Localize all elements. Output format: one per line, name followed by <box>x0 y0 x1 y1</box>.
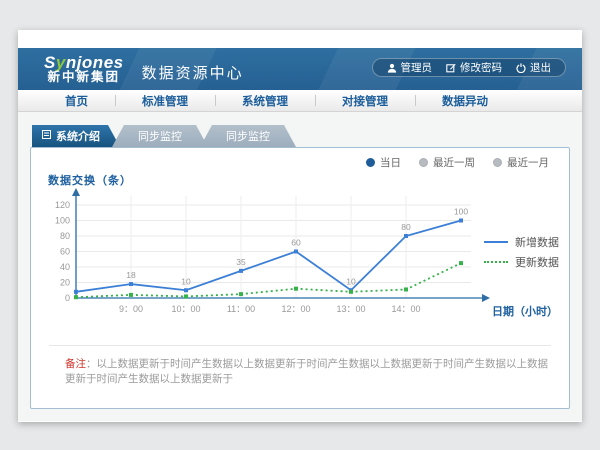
tab-label: 同步监控 <box>138 128 182 144</box>
logo-wordmark: Synjones <box>44 54 124 72</box>
radio-last-week[interactable]: 最近一周 <box>419 155 475 170</box>
svg-text:13：00: 13：00 <box>336 304 365 314</box>
svg-text:10: 10 <box>346 276 356 286</box>
nav-item-standard-mgmt[interactable]: 标准管理 <box>115 93 215 109</box>
svg-text:20: 20 <box>60 278 70 288</box>
logo-y-accent: y <box>56 53 66 72</box>
svg-text:80: 80 <box>60 231 70 241</box>
chart-legend: 新增数据 更新数据 <box>484 232 559 272</box>
change-password-label: 修改密码 <box>460 60 502 75</box>
tab-label: 同步监控 <box>226 128 270 144</box>
svg-text:10: 10 <box>181 276 191 286</box>
svg-text:100: 100 <box>454 207 468 217</box>
footnote-text: ：以上数据更新于时间产生数据以上数据更新于时间产生数据以上数据更新于时间产生数据… <box>65 358 548 385</box>
radio-today[interactable]: 当日 <box>366 155 401 170</box>
time-range-filter: 当日 最近一周 最近一月 <box>366 155 549 170</box>
radio-label: 最近一月 <box>507 155 549 170</box>
svg-text:18: 18 <box>126 270 136 280</box>
svg-text:11：00: 11：00 <box>227 304 255 314</box>
power-icon <box>516 63 526 73</box>
radio-label: 当日 <box>380 155 401 170</box>
logout-button[interactable]: 退出 <box>516 60 551 75</box>
svg-text:60: 60 <box>291 238 301 248</box>
main-nav: 首页 标准管理 系统管理 对接管理 数据异动 <box>18 90 582 112</box>
svg-text:35: 35 <box>236 257 246 267</box>
svg-text:0: 0 <box>65 293 70 303</box>
svg-text:10：00: 10：00 <box>171 304 200 314</box>
svg-text:14：00: 14：00 <box>391 304 420 314</box>
tab-system-intro[interactable]: 系统介绍 <box>32 125 120 147</box>
app-header: Synjones 新中新集团 数据资源中心 管理员 修改密码 退出 <box>18 48 582 90</box>
svg-text:12：00: 12：00 <box>281 304 310 314</box>
svg-text:40: 40 <box>60 262 70 272</box>
nav-item-system-mgmt[interactable]: 系统管理 <box>215 93 315 109</box>
user-menu: 管理员 修改密码 退出 <box>372 58 567 77</box>
current-user[interactable]: 管理员 <box>387 60 433 75</box>
svg-text:60: 60 <box>60 247 70 257</box>
edit-icon <box>446 63 456 73</box>
svg-text:100: 100 <box>55 216 70 226</box>
radio-dot <box>366 158 375 167</box>
change-password-button[interactable]: 修改密码 <box>446 60 502 75</box>
radio-last-month[interactable]: 最近一月 <box>493 155 549 170</box>
legend-item-new-data: 新增数据 <box>484 232 559 252</box>
user-icon <box>387 63 397 73</box>
y-axis-title: 数据交换（条） <box>48 172 132 188</box>
legend-item-updated-data: 更新数据 <box>484 252 559 272</box>
company-logo[interactable]: Synjones 新中新集团 <box>44 54 124 85</box>
page-title: 数据资源中心 <box>142 62 244 83</box>
legend-line-dotted <box>484 261 508 263</box>
legend-label: 更新数据 <box>515 254 559 270</box>
footnote-label: 备注 <box>65 358 86 370</box>
page: Synjones 新中新集团 数据资源中心 管理员 修改密码 退出 <box>18 30 582 422</box>
logout-label: 退出 <box>530 60 551 75</box>
radio-dot <box>419 158 428 167</box>
content-area: 系统介绍 同步监控 同步监控 当日 最近一周 <box>18 112 582 421</box>
footnote: 备注：以上数据更新于时间产生数据以上数据更新于时间产生数据以上数据更新于时间产生… <box>31 346 569 386</box>
radio-dot <box>493 158 502 167</box>
svg-text:日期（小时）: 日期（小时） <box>492 304 558 318</box>
legend-label: 新增数据 <box>515 234 559 250</box>
top-strip <box>18 30 582 48</box>
tab-label: 系统介绍 <box>56 128 100 144</box>
user-name-label: 管理员 <box>401 60 433 75</box>
tab-sync-monitor-2[interactable]: 同步监控 <box>200 125 296 147</box>
tab-sync-monitor-1[interactable]: 同步监控 <box>112 125 208 147</box>
radio-label: 最近一周 <box>433 155 475 170</box>
document-icon <box>42 130 51 142</box>
tab-bar: 系统介绍 同步监控 同步监控 <box>32 125 570 147</box>
svg-text:120: 120 <box>55 200 70 210</box>
chart-panel: 当日 最近一周 最近一月 数据交换（条） 0 20 40 60 80 100 120 9：00… <box>30 147 570 409</box>
svg-text:80: 80 <box>401 222 411 232</box>
nav-item-data-changes[interactable]: 数据异动 <box>415 93 515 109</box>
svg-text:9：00: 9：00 <box>119 304 143 314</box>
nav-item-home[interactable]: 首页 <box>38 93 115 109</box>
nav-item-integration-mgmt[interactable]: 对接管理 <box>315 93 415 109</box>
logo-company-name: 新中新集团 <box>44 71 124 84</box>
legend-line-solid <box>484 241 508 243</box>
